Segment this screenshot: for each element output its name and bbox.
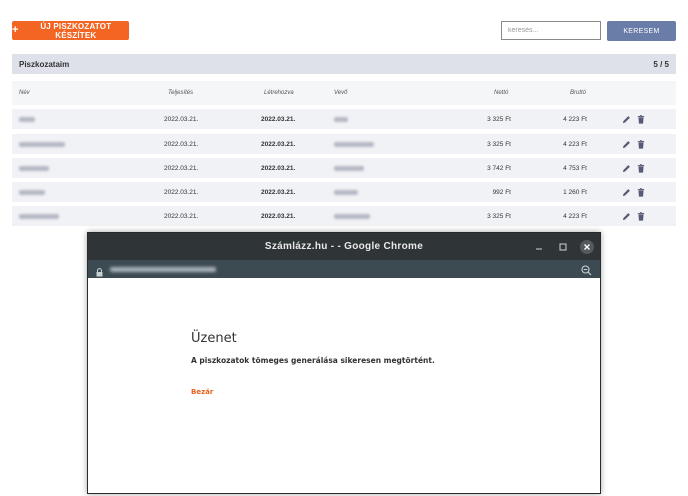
new-draft-button-label: ÚJ PISZKOZATOT KÉSZÍTEK — [40, 21, 112, 40]
message-heading: Üzenet — [191, 331, 237, 346]
search-input[interactable] — [501, 21, 601, 40]
column-name: Név — [19, 90, 30, 96]
plus-icon: + — [12, 24, 19, 36]
table-row[interactable]: 2022.03.21. 2022.03.21. 3 325 Ft 4 223 Ft — [12, 134, 676, 154]
row-completion: 2022.03.21. — [164, 188, 199, 196]
pencil-icon[interactable] — [622, 164, 631, 173]
column-gross: Bruttó — [570, 90, 587, 96]
row-buyer — [334, 134, 374, 154]
row-completion: 2022.03.21. — [164, 212, 199, 220]
table-row[interactable]: 2022.03.21. 2022.03.21. 3 325 Ft 4 223 Ft — [12, 206, 676, 226]
trash-icon[interactable] — [637, 139, 645, 149]
window-title: Számlázz.hu - - Google Chrome — [264, 241, 424, 252]
message-text: A piszkozatok tömeges generálása sikeres… — [191, 356, 435, 365]
column-completion: Teljesítés — [168, 90, 194, 96]
close-link[interactable]: Bezár — [191, 388, 213, 396]
window-title-bar: Számlázz.hu - - Google Chrome — [88, 233, 600, 260]
row-gross: 4 223 Ft — [563, 212, 587, 220]
trash-icon[interactable] — [637, 114, 645, 124]
drafts-count: 5 / 5 — [653, 59, 669, 69]
column-created: Létrehozva — [264, 90, 294, 96]
row-gross: 1 260 Ft — [563, 188, 587, 196]
row-created: 2022.03.21. — [261, 212, 296, 220]
row-gross: 4 753 Ft — [563, 164, 587, 172]
drafts-list-header: Piszkozataim 5 / 5 — [12, 54, 676, 74]
pencil-icon[interactable] — [622, 140, 631, 149]
trash-icon[interactable] — [637, 187, 645, 197]
row-gross: 4 223 Ft — [563, 140, 587, 148]
popup-content: Üzenet A piszkozatok tömeges generálása … — [88, 278, 600, 493]
row-buyer — [334, 109, 348, 129]
pencil-icon[interactable] — [622, 115, 631, 124]
table-column-header: Név Teljesítés Létrehozva Vevő Nettó Bru… — [12, 81, 676, 105]
row-created: 2022.03.21. — [261, 188, 296, 196]
row-buyer — [334, 206, 370, 226]
row-buyer — [334, 182, 358, 202]
close-icon[interactable] — [578, 233, 596, 260]
row-net: 3 742 Ft — [487, 164, 511, 172]
row-completion: 2022.03.21. — [164, 164, 199, 172]
row-name[interactable] — [19, 182, 45, 202]
chrome-popup-window: Számlázz.hu - - Google Chrome Üzenet A p… — [87, 232, 601, 494]
column-net: Nettó — [494, 90, 509, 96]
row-net: 3 325 Ft — [487, 140, 511, 148]
new-draft-button[interactable]: + ÚJ PISZKOZATOT KÉSZÍTEK — [12, 21, 129, 40]
minimize-icon[interactable] — [530, 233, 548, 260]
pencil-icon[interactable] — [622, 212, 631, 221]
table-row[interactable]: 2022.03.21. 2022.03.21. 992 Ft 1 260 Ft — [12, 182, 676, 202]
column-buyer: Vevő — [334, 90, 348, 96]
address-bar — [88, 260, 600, 278]
row-completion: 2022.03.21. — [164, 115, 199, 123]
maximize-icon[interactable] — [554, 233, 572, 260]
url-text — [110, 267, 216, 272]
trash-icon[interactable] — [637, 163, 645, 173]
row-gross: 4 223 Ft — [563, 115, 587, 123]
pencil-icon[interactable] — [622, 188, 631, 197]
row-name[interactable] — [19, 206, 59, 226]
search-button[interactable]: KERESEM — [607, 21, 676, 41]
row-created: 2022.03.21. — [261, 164, 296, 172]
row-net: 3 325 Ft — [487, 115, 511, 123]
drafts-list-title: Piszkozataim — [19, 59, 70, 69]
row-net: 992 Ft — [492, 188, 511, 196]
row-created: 2022.03.21. — [261, 140, 296, 148]
table-row[interactable]: 2022.03.21. 2022.03.21. 3 742 Ft 4 753 Ft — [12, 158, 676, 178]
row-name[interactable] — [19, 134, 65, 154]
row-net: 3 325 Ft — [487, 212, 511, 220]
table-row[interactable]: 2022.03.21. 2022.03.21. 3 325 Ft 4 223 Ft — [12, 109, 676, 129]
row-completion: 2022.03.21. — [164, 140, 199, 148]
row-name[interactable] — [19, 109, 35, 129]
row-buyer — [334, 158, 364, 178]
row-name[interactable] — [19, 158, 49, 178]
row-created: 2022.03.21. — [261, 115, 296, 123]
trash-icon[interactable] — [637, 211, 645, 221]
